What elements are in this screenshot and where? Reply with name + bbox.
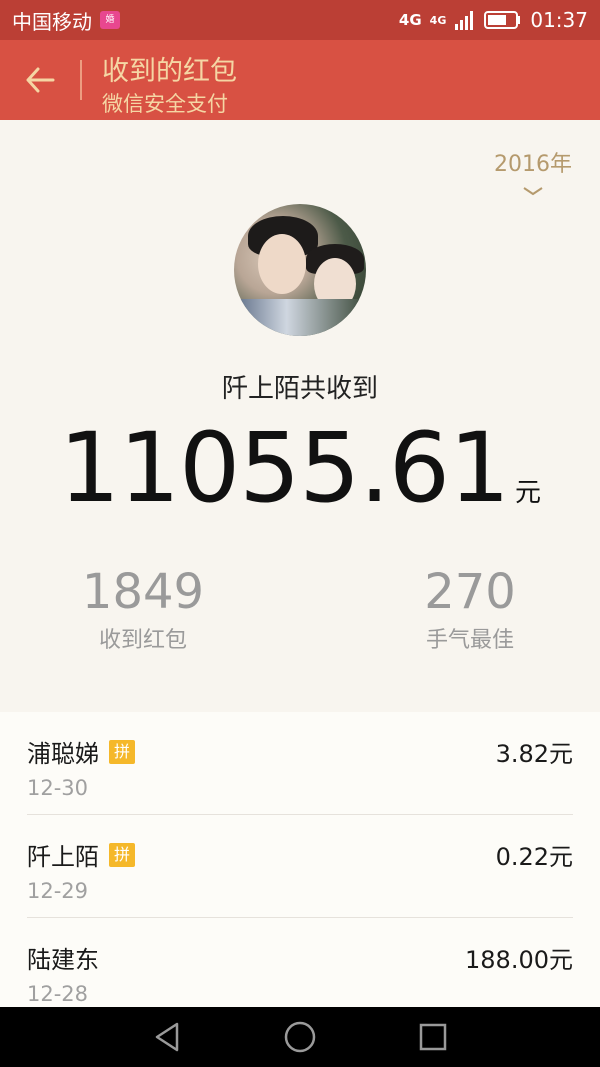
carrier-name: 中国移动 — [12, 9, 92, 34]
network-type-1: 4G — [398, 10, 422, 29]
clock: 01:37 — [530, 8, 588, 32]
status-bar: 中国移动 婚 4G 4G 01:37 — [0, 0, 600, 40]
record-amount: 3.82元 — [495, 740, 573, 768]
stat-label: 手气最佳 — [425, 628, 514, 653]
total-amount: 11055.61 — [58, 412, 510, 524]
app-bar-divider — [80, 60, 82, 100]
stat-best-luck: 270 手气最佳 — [360, 562, 580, 654]
year-selector[interactable]: 2016年 — [494, 146, 572, 196]
sender-name: 阡上陌 — [27, 843, 99, 871]
stat-received-count: 1849 收到红包 — [33, 562, 253, 654]
list-item[interactable]: 陆建东 12-28 188.00元 — [27, 918, 573, 1007]
total-received-label: 阡上陌共收到 — [221, 374, 378, 404]
record-date: 12-29 — [27, 879, 89, 903]
list-item[interactable]: 浦聪娣 拼 12-30 3.82元 — [27, 712, 573, 815]
arrow-left-icon — [26, 67, 55, 93]
nav-home-button[interactable] — [270, 1007, 330, 1067]
sender-name: 陆建东 — [27, 946, 99, 974]
stat-label: 收到红包 — [98, 628, 187, 653]
network-type-2: 4G — [429, 13, 447, 27]
nav-back-button[interactable] — [137, 1007, 197, 1067]
stat-value: 270 — [424, 564, 516, 620]
stat-value: 1849 — [81, 564, 205, 620]
system-nav-bar — [0, 1007, 600, 1067]
signal-icon — [455, 11, 474, 30]
group-pin-badge: 拼 — [109, 842, 135, 867]
battery-icon — [484, 11, 521, 29]
list-item[interactable]: 阡上陌 拼 12-29 0.22元 — [27, 815, 573, 918]
record-date: 12-30 — [27, 776, 89, 800]
total-amount-row: 11055.61 元 — [0, 412, 600, 524]
avatar — [234, 204, 366, 336]
group-pin-badge: 拼 — [109, 739, 135, 764]
sender-name: 浦聪娣 — [27, 740, 99, 768]
back-button[interactable] — [18, 58, 62, 102]
total-unit: 元 — [515, 478, 542, 508]
circle-home-icon — [284, 1021, 316, 1053]
app-bar: 收到的红包 微信安全支付 — [0, 40, 600, 120]
year-label: 2016年 — [494, 152, 572, 177]
record-date: 12-28 — [27, 982, 89, 1006]
page-title: 收到的红包 — [102, 56, 237, 87]
status-indicators: 4G 4G 01:37 — [399, 8, 588, 32]
red-packet-list: 浦聪娣 拼 12-30 3.82元 阡上陌 拼 12-29 0.22元 陆建东 … — [0, 712, 600, 1007]
page-subtitle: 微信安全支付 — [102, 92, 228, 116]
carrier-badge-icon: 婚 — [100, 11, 120, 29]
triangle-back-icon — [155, 1022, 178, 1052]
square-recents-icon — [420, 1023, 447, 1051]
record-amount: 188.00元 — [465, 946, 573, 974]
nav-recents-button[interactable] — [403, 1007, 463, 1067]
chevron-down-icon — [523, 187, 543, 196]
record-amount: 0.22元 — [495, 843, 573, 871]
